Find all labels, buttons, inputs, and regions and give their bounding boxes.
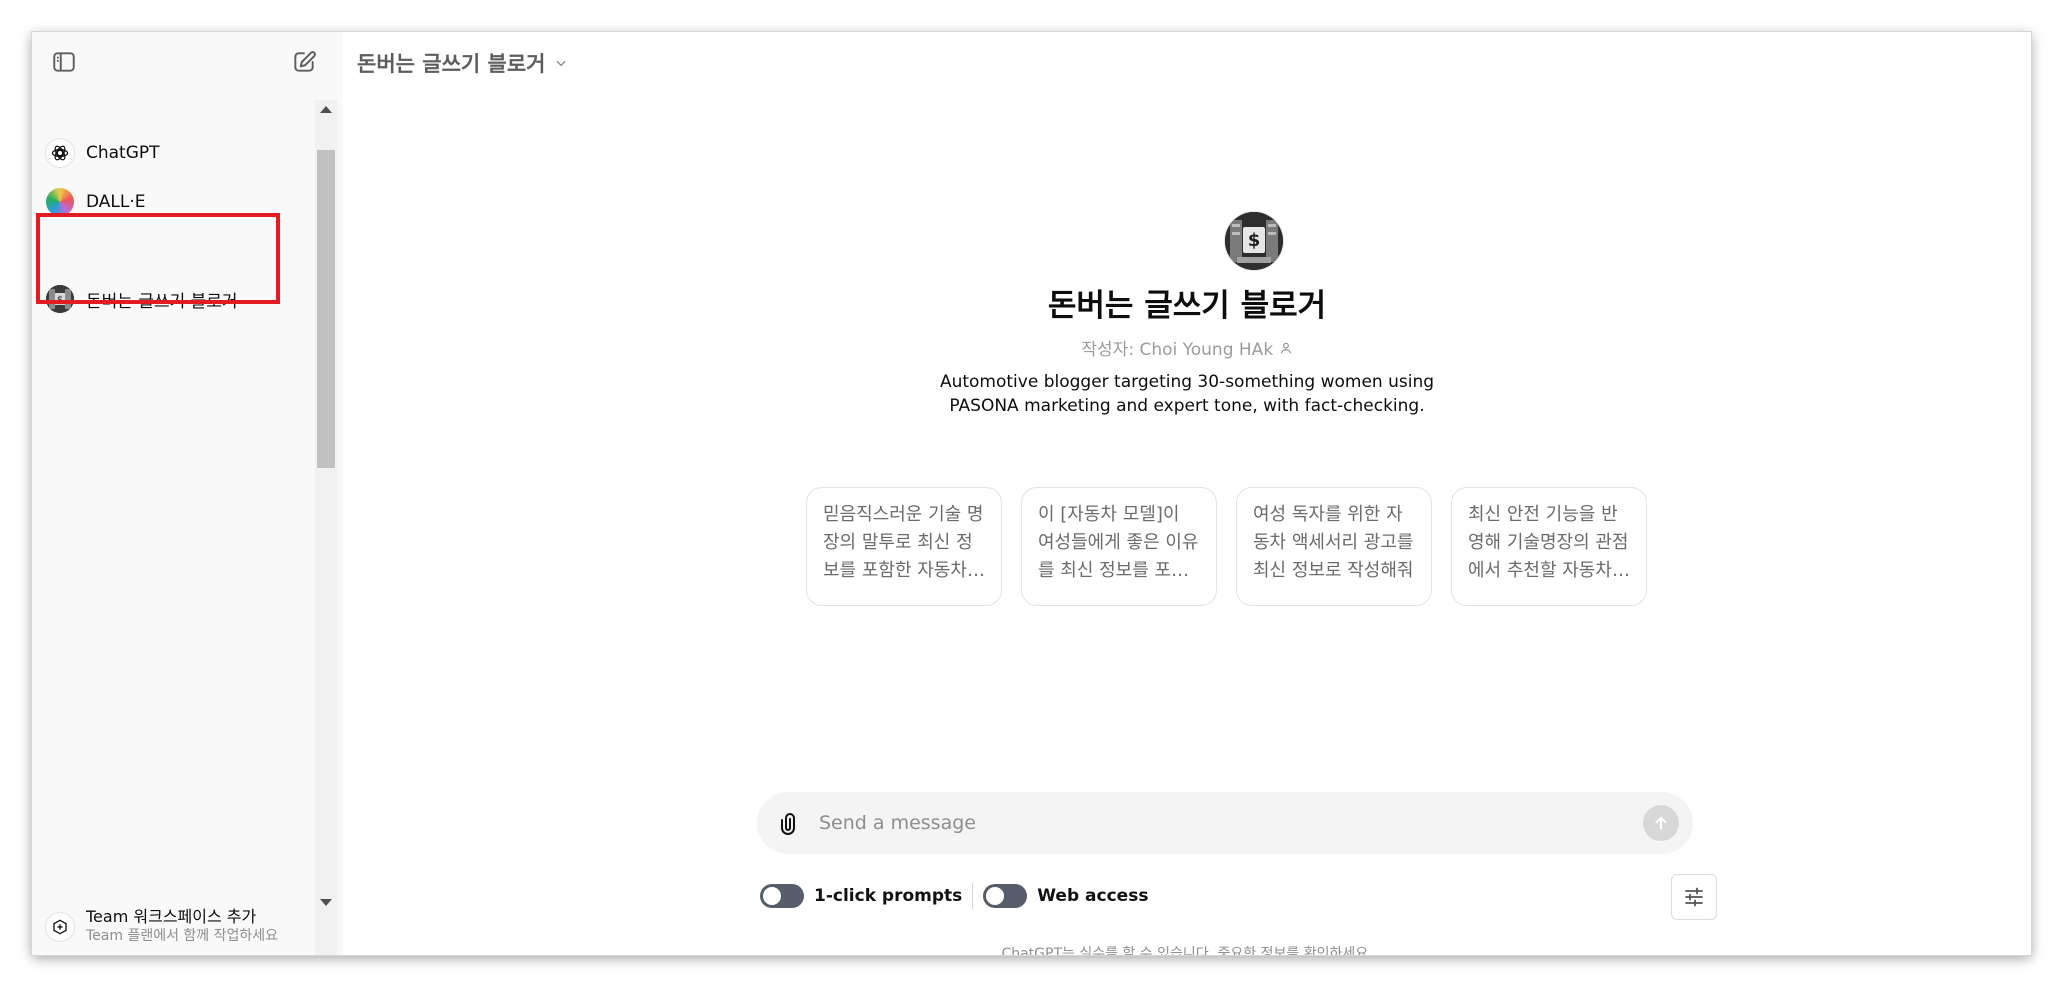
toggle-switch[interactable] <box>760 884 804 908</box>
one-click-prompts-toggle[interactable]: 1-click prompts <box>760 884 962 908</box>
send-button[interactable] <box>1643 805 1679 841</box>
gpt-description: Automotive blogger targeting 30-somethin… <box>939 372 1435 416</box>
starter-card[interactable]: 최신 안전 기능을 반영해 기술명장의 관점에서 추천할 자동차를 알려줘 <box>1451 487 1647 606</box>
message-input[interactable]: Send a message <box>819 812 976 834</box>
starter-card[interactable]: 이 [자동차 모델]이 여성들에게 좋은 이유를 최신 정보를 포함해 알려줘 <box>1021 487 1217 606</box>
model-selector[interactable]: 돈버는 글쓰기 블로거 <box>357 45 568 81</box>
svg-text:$: $ <box>1248 230 1261 251</box>
main-panel: 돈버는 글쓰기 블로거 $ 돈버는 글쓰기 블로거 작성자: Choi Youn… <box>343 32 2031 955</box>
sidebar-item-label: ChatGPT <box>86 143 160 163</box>
gpt-profile-avatar: $ <box>1225 212 1283 270</box>
person-icon <box>1280 342 1291 354</box>
web-access-toggle[interactable]: Web access <box>983 884 1148 908</box>
scroll-thumb[interactable] <box>317 150 335 468</box>
screenshot-frame: ChatGPT DALL·E $ 돈버는 글쓰기 블로거 Team 워크스페이스… <box>0 0 2064 987</box>
sidebar-item-label: DALL·E <box>86 192 146 212</box>
starter-text: 믿음직스러운 기술 명장의 말투로 최신 정보를 포함한 자동차 관련 글을 써… <box>823 504 984 581</box>
toggle-label: Web access <box>1037 886 1149 906</box>
team-text: Team 워크스페이스 추가 Team 플랜에서 함께 작업하세요 <box>86 908 278 946</box>
sidebar-toggle-icon[interactable] <box>46 44 82 80</box>
team-add-icon <box>46 913 74 941</box>
gpt-author[interactable]: 작성자: Choi Young HAk <box>343 335 2031 360</box>
dalle-logo-icon <box>46 188 74 216</box>
paperclip-icon[interactable] <box>775 808 805 838</box>
chevron-down-icon <box>555 60 566 67</box>
starter-card[interactable]: 믿음직스러운 기술 명장의 말투로 최신 정보를 포함한 자동차 관련 글을 써… <box>806 487 1002 606</box>
prompt-settings-button[interactable] <box>1671 874 1717 920</box>
starter-card[interactable]: 여성 독자를 위한 자동차 액세서리 광고를 최신 정보로 작성해줘 <box>1236 487 1432 606</box>
disclaimer: ChatGPT는 실수를 할 수 있습니다. 중요한 정보를 확인하세요. <box>1001 946 1373 955</box>
sliders-icon <box>1685 887 1703 907</box>
scroll-up-arrow-icon[interactable] <box>320 106 332 113</box>
sidebar-item-chatgpt[interactable]: ChatGPT <box>46 133 306 173</box>
sidebar: ChatGPT DALL·E $ 돈버는 글쓰기 블로거 Team 워크스페이스… <box>32 32 343 955</box>
arrow-up-icon <box>1655 816 1667 830</box>
new-chat-icon[interactable] <box>286 44 322 80</box>
starter-text: 이 [자동차 모델]이 여성들에게 좋은 이유를 최신 정보를 포함해 알려줘 <box>1038 504 1199 581</box>
openai-logo-icon <box>46 139 74 167</box>
toggle-switch[interactable] <box>983 884 1028 908</box>
toggle-bar: 1-click prompts Web access <box>760 883 1148 909</box>
toggle-divider <box>972 883 974 909</box>
sidebar-scrollbar[interactable] <box>315 100 337 955</box>
starter-text: 여성 독자를 위한 자동차 액세서리 광고를 최신 정보로 작성해줘 <box>1253 504 1414 581</box>
starter-text: 최신 안전 기능을 반영해 기술명장의 관점에서 추천할 자동차를 알려줘 <box>1468 504 1629 581</box>
team-subtitle: Team 플랜에서 함께 작업하세요 <box>86 928 279 944</box>
gpt-author-text: 작성자: Choi Young HAk <box>1081 340 1274 360</box>
add-team-workspace[interactable]: Team 워크스페이스 추가 Team 플랜에서 함께 작업하세요 <box>46 902 326 952</box>
gpt-name: 돈버는 글쓰기 블로거 <box>1047 288 1327 324</box>
team-title: Team 워크스페이스 추가 <box>86 907 257 926</box>
conversation-starters: 믿음직스러운 기술 명장의 말투로 최신 정보를 포함한 자동차 관련 글을 써… <box>806 487 1647 606</box>
message-composer[interactable]: Send a message <box>757 792 1693 854</box>
app-window: ChatGPT DALL·E $ 돈버는 글쓰기 블로거 Team 워크스페이스… <box>32 32 2031 955</box>
toggle-label: 1-click prompts <box>814 886 963 906</box>
highlight-box <box>36 213 280 304</box>
model-title: 돈버는 글쓰기 블로거 <box>357 52 546 76</box>
